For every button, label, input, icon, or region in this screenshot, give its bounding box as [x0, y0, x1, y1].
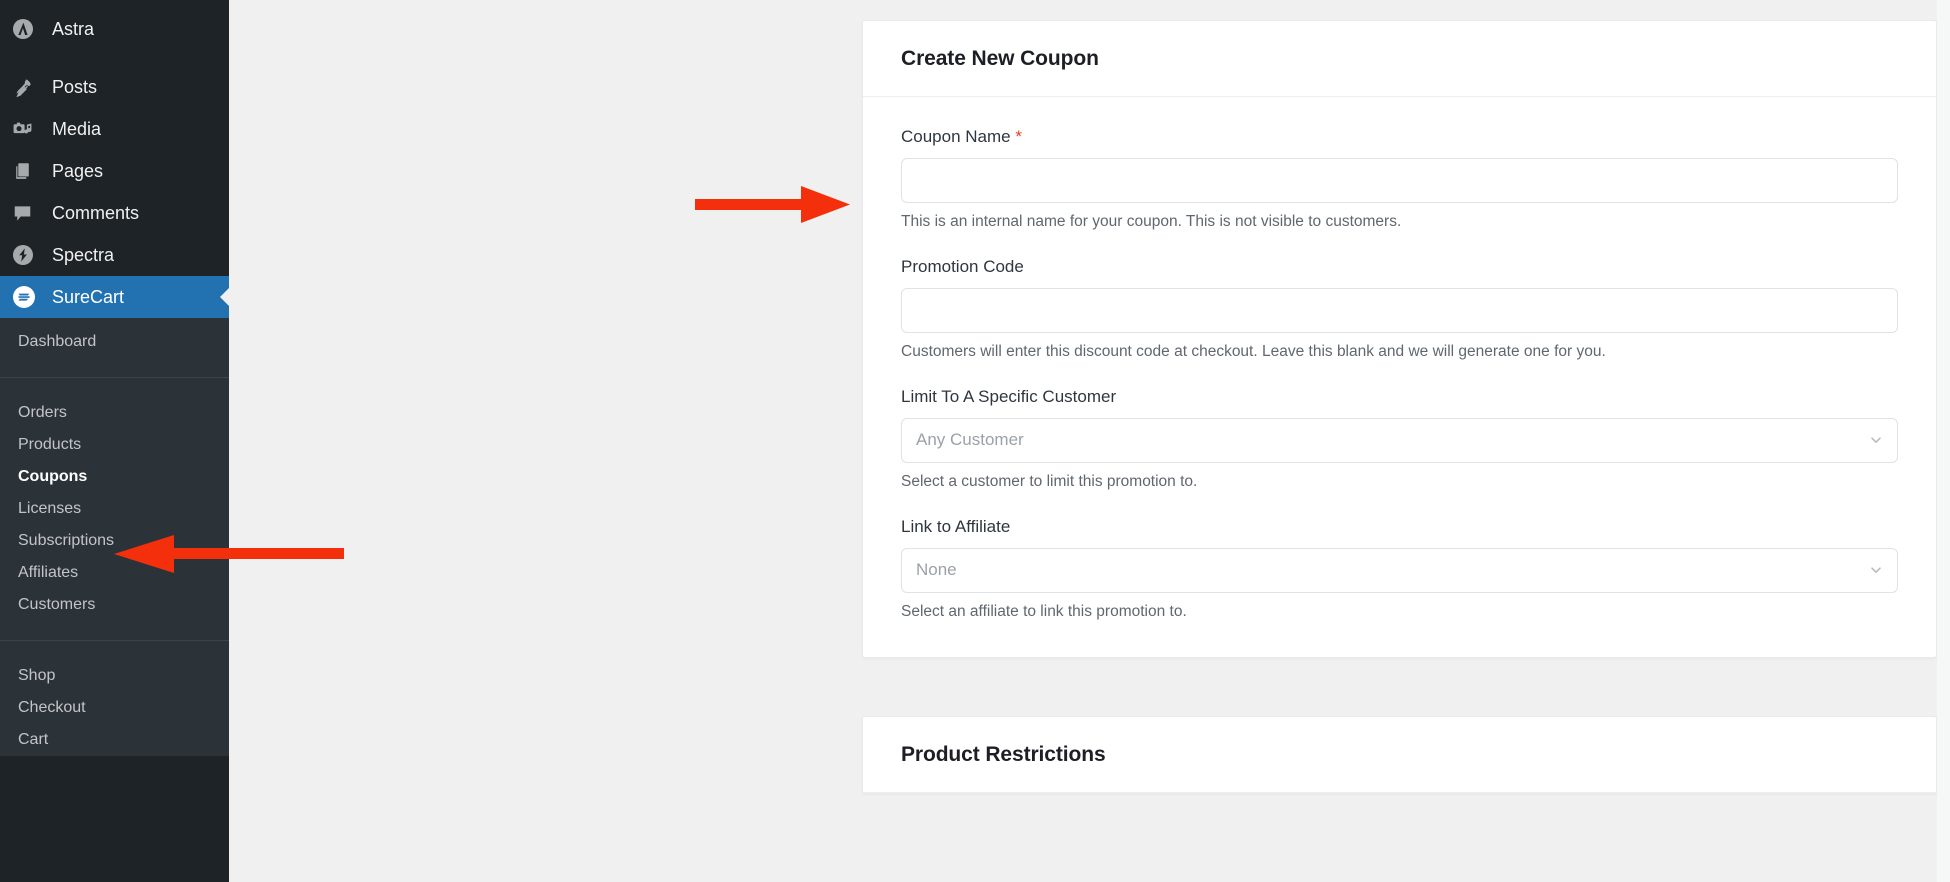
- product-restrictions-card: Product Restrictions: [862, 715, 1937, 794]
- sidebar-subitem-label: Orders: [18, 404, 67, 421]
- promotion-code-input[interactable]: [901, 287, 1898, 333]
- sidebar-item-label: Posts: [52, 77, 98, 97]
- sidebar-subitem-orders[interactable]: Orders: [0, 397, 229, 429]
- page-title: Create New Coupon: [901, 47, 1099, 70]
- pages-icon: [12, 161, 46, 182]
- card-spacer: [862, 658, 1937, 716]
- card-header: Create New Coupon: [863, 21, 1936, 97]
- sidebar-subitem-label: Licenses: [18, 500, 82, 517]
- promotion-code-label: Promotion Code: [901, 256, 1024, 276]
- sidebar-subitem-label: Dashboard: [18, 333, 97, 350]
- link-affiliate-select-wrap: None: [901, 547, 1898, 593]
- sidebar-item-label: SureCart: [52, 287, 125, 307]
- sidebar-subitem-label: Coupons: [18, 468, 88, 485]
- sidebar-item-label: Media: [52, 119, 102, 139]
- sidebar-item-label: Spectra: [52, 245, 115, 265]
- sidebar-subitem-customers[interactable]: Customers: [0, 589, 229, 621]
- wordpress-admin-screen: Astra Posts Media Pages Comments Spectra…: [0, 0, 1950, 882]
- link-affiliate-select[interactable]: None: [901, 547, 1898, 593]
- spectra-logo-icon: [12, 244, 46, 266]
- sidebar-subitem-label: Checkout: [18, 699, 86, 716]
- link-affiliate-label: Link to Affiliate: [901, 516, 1011, 536]
- sidebar-subitem-checkout[interactable]: Checkout: [0, 692, 229, 724]
- sidebar-item-comments[interactable]: Comments: [0, 192, 229, 234]
- sidebar-item-posts[interactable]: Posts: [0, 66, 229, 108]
- sidebar-subitem-affiliates[interactable]: Affiliates: [0, 557, 229, 589]
- limit-customer-label: Limit To A Specific Customer: [901, 386, 1117, 406]
- link-affiliate-help: Select an affiliate to link this promoti…: [901, 602, 1187, 620]
- submenu-group-commerce: Orders Products Coupons Licenses Subscri…: [0, 387, 229, 631]
- label-text: Coupon Name: [901, 127, 1011, 146]
- sidebar-item-astra[interactable]: Astra: [0, 8, 229, 50]
- sidebar-subitem-subscriptions[interactable]: Subscriptions: [0, 525, 229, 557]
- field-link-affiliate: Link to Affiliate None Select an affilia…: [901, 517, 1898, 623]
- sidebar-subitem-label: Shop: [18, 667, 56, 684]
- restrictions-title: Product Restrictions: [901, 742, 1106, 766]
- coupon-form-container: Create New Coupon Coupon Name * This is …: [862, 20, 1937, 794]
- limit-customer-value: Any Customer: [916, 430, 1024, 450]
- surecart-submenu: Dashboard Orders Products Coupons Licens…: [0, 318, 229, 756]
- sidebar-item-media[interactable]: Media: [0, 108, 229, 150]
- promotion-code-help: Customers will enter this discount code …: [901, 342, 1606, 360]
- card-body: Coupon Name * This is an internal name f…: [863, 97, 1936, 657]
- limit-customer-help: Select a customer to limit this promotio…: [901, 472, 1198, 490]
- astra-logo-icon: [12, 18, 46, 40]
- limit-customer-select[interactable]: Any Customer: [901, 417, 1898, 463]
- field-limit-customer: Limit To A Specific Customer Any Custome…: [901, 387, 1898, 493]
- field-promotion-code: Promotion Code Customers will enter this…: [901, 257, 1898, 363]
- sidebar-subitem-licenses[interactable]: Licenses: [0, 493, 229, 525]
- pushpin-icon: [12, 77, 46, 98]
- submenu-divider: [0, 377, 229, 378]
- page-right-edge: [1937, 0, 1950, 882]
- sidebar-item-label: Comments: [52, 203, 140, 223]
- link-affiliate-value: None: [916, 560, 957, 580]
- submenu-group-dashboard: Dashboard: [0, 318, 229, 368]
- sidebar-subitem-label: Cart: [18, 731, 49, 748]
- sidebar-item-spectra[interactable]: Spectra: [0, 234, 229, 276]
- sidebar-subitem-label: Affiliates: [18, 564, 79, 581]
- restrictions-card-header: Product Restrictions: [863, 717, 1936, 793]
- coupon-name-input[interactable]: [901, 158, 1898, 203]
- sidebar-subitem-dashboard[interactable]: Dashboard: [0, 326, 229, 358]
- coupon-name-label: Coupon Name *: [901, 127, 1898, 147]
- limit-customer-select-wrap: Any Customer: [901, 417, 1898, 463]
- sidebar-subitem-coupons[interactable]: Coupons: [0, 461, 229, 493]
- sidebar-item-label: Pages: [52, 161, 104, 181]
- field-coupon-name: Coupon Name * This is an internal name f…: [901, 127, 1898, 233]
- comment-bubble-icon: [12, 203, 46, 224]
- sidebar-item-label: Astra: [52, 19, 95, 39]
- sidebar-subitem-shop[interactable]: Shop: [0, 660, 229, 692]
- surecart-logo-icon: [12, 285, 46, 309]
- media-camera-icon: [12, 119, 46, 140]
- coupon-name-help: This is an internal name for your coupon…: [901, 213, 1402, 230]
- required-marker: *: [1010, 127, 1022, 146]
- sidebar-subitem-label: Products: [18, 436, 82, 453]
- active-item-notch-icon: [220, 287, 229, 307]
- submenu-divider: [0, 640, 229, 641]
- sidebar-subitem-label: Customers: [18, 596, 96, 613]
- create-coupon-card: Create New Coupon Coupon Name * This is …: [862, 20, 1937, 658]
- sidebar-item-surecart[interactable]: SureCart: [0, 276, 229, 318]
- sidebar-subitem-cart[interactable]: Cart: [0, 724, 229, 756]
- sidebar-subitem-label: Subscriptions: [18, 532, 115, 549]
- admin-sidebar: Astra Posts Media Pages Comments Spectra…: [0, 0, 229, 882]
- sidebar-item-pages[interactable]: Pages: [0, 150, 229, 192]
- sidebar-subitem-products[interactable]: Products: [0, 429, 229, 461]
- main-content: Create New Coupon Coupon Name * This is …: [229, 0, 1950, 882]
- submenu-group-storefront: Shop Checkout Cart: [0, 650, 229, 756]
